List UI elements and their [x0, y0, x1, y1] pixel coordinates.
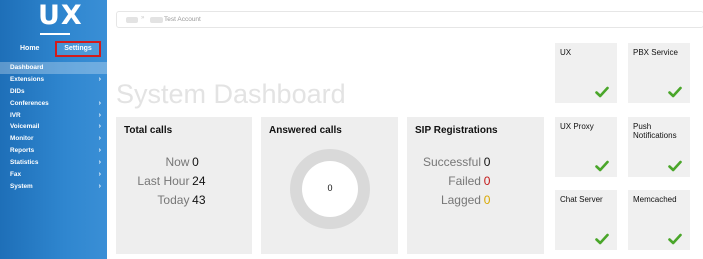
sidebar-item-dashboard[interactable]: Dashboard	[0, 62, 107, 74]
logo[interactable]: UX	[38, 0, 83, 36]
stat-label: Successful	[422, 155, 481, 169]
chevron-right-icon: ›	[98, 75, 101, 83]
stat-label: Lagged	[440, 193, 481, 207]
stat-label: Today	[157, 193, 190, 207]
sidebar-item-conferences[interactable]: Conferences ›	[0, 98, 107, 110]
sidebar-item-label: IVR	[10, 111, 21, 119]
sidebar-item-label: Dashboard	[10, 64, 44, 71]
sidebar-item-label: Statistics	[10, 159, 39, 167]
stat-value: 0	[192, 155, 199, 169]
service-name: UX Proxy	[560, 122, 594, 131]
sidebar-item-label: Fax	[10, 171, 22, 179]
chevron-right-icon: ›	[98, 171, 101, 179]
sidebar-item-label: Conferences	[10, 99, 49, 107]
chevron-right-icon: ›	[98, 159, 101, 167]
sidebar-item-label: Voicemail	[10, 123, 40, 131]
check-icon	[668, 160, 682, 172]
sidebar-item-label: DIDs	[10, 87, 25, 95]
home-link[interactable]: Home	[20, 45, 39, 52]
sidebar-item-voicemail[interactable]: Voicemail ›	[0, 121, 107, 133]
sidebar-item-reports[interactable]: Reports ›	[0, 145, 107, 157]
sip-registrations-card: SIP Registrations Successful 0 Failed 0 …	[407, 117, 544, 254]
chevron-right-icon: ›	[98, 135, 101, 143]
service-tile-ux-proxy: UX Proxy	[555, 117, 617, 177]
sidebar-item-label: System	[10, 182, 33, 190]
breadcrumb: » Test Account	[116, 11, 703, 28]
service-name: PBX Service	[633, 48, 678, 57]
sidebar-item-dids[interactable]: DIDs	[0, 86, 107, 98]
service-name: Push Notifications	[633, 122, 677, 140]
stat-value: 0	[483, 174, 491, 188]
service-tile-memcached: Memcached	[628, 190, 690, 250]
stat-label: Now	[165, 155, 190, 169]
chevron-right-icon: ›	[98, 147, 101, 155]
sidebar-item-label: Reports	[10, 147, 35, 155]
stat-label: Last Hour	[137, 174, 190, 188]
logo-underline	[40, 33, 70, 35]
stat-value: 24	[192, 174, 206, 188]
sidebar-item-fax[interactable]: Fax ›	[0, 169, 107, 181]
sidebar-menu: Dashboard Extensions › DIDs Conferences …	[0, 62, 107, 193]
check-icon	[595, 86, 609, 98]
check-icon	[595, 160, 609, 172]
sidebar: UX Home Settings Dashboard Extensions › …	[0, 0, 107, 259]
total-calls-card: Total calls Now 0 Last Hour 24 Today 43	[116, 117, 252, 254]
chevron-right-icon: ›	[98, 111, 101, 119]
top-nav: Home Settings	[12, 41, 101, 58]
chevron-right-icon: ›	[98, 99, 101, 107]
chevron-right-icon: ›	[98, 182, 101, 190]
page-title: System Dashboard	[116, 79, 346, 109]
logo-text: UX	[38, 0, 83, 31]
sidebar-item-ivr[interactable]: IVR ›	[0, 110, 107, 122]
breadcrumb-redacted-home[interactable]	[126, 17, 138, 23]
card-title: SIP Registrations	[415, 125, 498, 136]
stat-label: Failed	[448, 174, 481, 188]
answered-calls-value: 0	[327, 183, 333, 193]
sidebar-item-system[interactable]: System ›	[0, 181, 107, 193]
service-tile-push-notifications: Push Notifications	[628, 117, 690, 177]
sidebar-item-extensions[interactable]: Extensions ›	[0, 74, 107, 86]
chevron-right-icon: ›	[98, 123, 101, 131]
stat-value: 0	[483, 155, 491, 169]
breadcrumb-redacted-account[interactable]	[150, 17, 163, 23]
service-name: UX	[560, 48, 572, 57]
check-icon	[595, 233, 609, 245]
service-tile-chat-server: Chat Server	[555, 190, 617, 250]
check-icon	[668, 86, 682, 98]
sidebar-item-label: Monitor	[10, 135, 34, 143]
service-name: Chat Server	[560, 195, 603, 204]
card-title: Total calls	[124, 125, 173, 136]
service-name: Memcached	[633, 195, 677, 204]
settings-link[interactable]: Settings	[55, 41, 101, 57]
check-icon	[668, 233, 682, 245]
service-tile-pbx-service: PBX Service	[628, 43, 690, 103]
breadcrumb-separator: »	[141, 15, 145, 21]
breadcrumb-current: Test Account	[164, 16, 201, 23]
sidebar-item-statistics[interactable]: Statistics ›	[0, 157, 107, 169]
sidebar-item-label: Extensions	[10, 75, 45, 83]
service-tile-ux: UX	[555, 43, 617, 103]
stat-value: 43	[192, 193, 206, 207]
stat-value: 0	[483, 193, 491, 207]
sidebar-item-monitor[interactable]: Monitor ›	[0, 133, 107, 145]
card-title: Answered calls	[269, 125, 342, 136]
